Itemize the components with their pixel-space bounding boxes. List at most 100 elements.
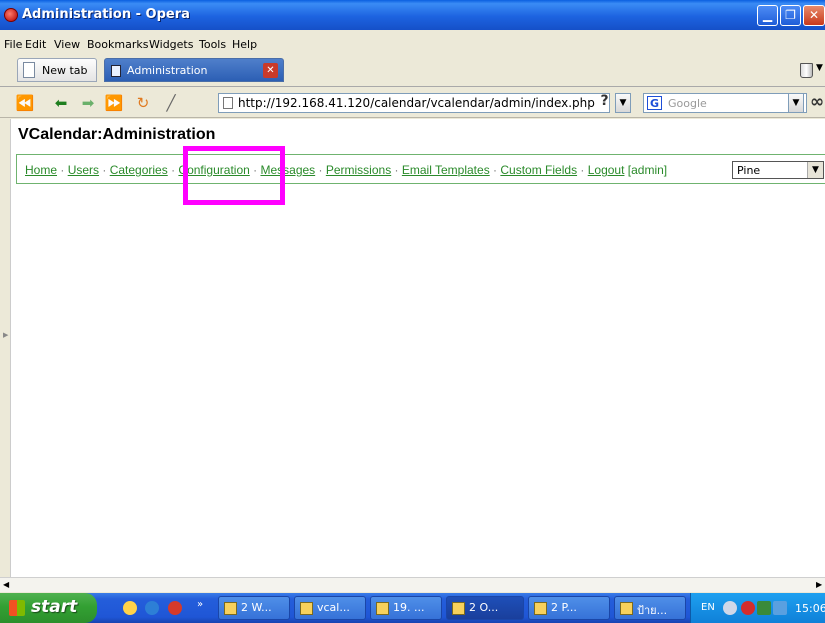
taskbar-button-label: vcal...	[317, 601, 350, 614]
taskbar-button-label: 2 W...	[241, 601, 272, 614]
menu-tools[interactable]: Tools	[199, 38, 226, 51]
new-page-icon	[23, 62, 35, 78]
tab-bar: New tab Administration ✕ ▼	[0, 55, 825, 87]
chevron-down-icon[interactable]: ▼	[807, 162, 823, 178]
style-select[interactable]: Pine ▼	[732, 161, 824, 179]
taskbar-button[interactable]: 2 P...	[528, 596, 610, 620]
paint-icon	[376, 602, 389, 615]
chevron-right-icon[interactable]: »	[197, 599, 203, 610]
opera-window: Administration - Opera ▁ ❐ ✕ File Edit V…	[0, 0, 825, 623]
quicklaunch-icon[interactable]	[123, 601, 137, 615]
search-box[interactable]: G Google	[643, 93, 807, 113]
page-icon	[111, 65, 121, 77]
address-text[interactable]: http://192.168.41.120/calendar/vcalendar…	[238, 96, 595, 110]
program-icon	[620, 602, 633, 615]
search-dropdown-button[interactable]: ▼	[788, 93, 804, 113]
menu-widgets[interactable]: Widgets	[149, 38, 193, 51]
reload-icon[interactable]: ↻	[133, 93, 153, 113]
menu-separator: ·	[391, 163, 402, 177]
internet-explorer-icon[interactable]	[145, 601, 159, 615]
horizontal-scrollbar[interactable]: ◀ ▶	[0, 577, 825, 592]
tray-icon[interactable]	[741, 601, 755, 615]
google-icon[interactable]: G	[647, 96, 662, 110]
clock[interactable]: 15:06	[795, 602, 825, 615]
site-info-icon[interactable]: ?	[596, 93, 613, 113]
menu-bookmarks[interactable]: Bookmarks	[87, 38, 148, 51]
trash-icon[interactable]	[800, 63, 813, 78]
logged-in-user: [admin]	[627, 163, 668, 177]
admin-menu-links: Home · Users · Categories · Configuratio…	[25, 163, 667, 177]
new-tab-button[interactable]: New tab	[17, 58, 97, 82]
menu-link-email-templates[interactable]: Email Templates	[402, 163, 490, 177]
menu-edit[interactable]: Edit	[25, 38, 46, 51]
taskbar-button-active[interactable]: 2 O...	[446, 596, 524, 620]
menu-separator: ·	[57, 163, 68, 177]
taskbar-button[interactable]: 2 W...	[218, 596, 290, 620]
edit-site-icon[interactable]: ╱	[161, 93, 181, 113]
scroll-right-icon[interactable]: ▶	[816, 580, 822, 589]
menu-link-users[interactable]: Users	[68, 163, 99, 177]
menu-link-categories[interactable]: Categories	[110, 163, 168, 177]
menu-link-logout[interactable]: Logout	[588, 163, 625, 177]
taskbar-button-label: 19. ...	[393, 601, 425, 614]
address-bar[interactable]: http://192.168.41.120/calendar/vcalendar…	[218, 93, 610, 113]
start-button[interactable]: start	[0, 593, 97, 623]
menu-separator: ·	[315, 163, 326, 177]
window-title: Administration - Opera	[22, 7, 190, 22]
menu-separator: ·	[167, 163, 179, 177]
close-tab-icon[interactable]: ✕	[263, 63, 278, 78]
menu-help[interactable]: Help	[232, 38, 257, 51]
zoom-glasses-icon[interactable]: ∞	[810, 92, 824, 112]
tab-label: Administration	[127, 64, 208, 77]
new-tab-label: New tab	[42, 64, 88, 77]
menu-separator: ·	[577, 163, 588, 177]
taskbar-button-label: 2 P...	[551, 601, 577, 614]
address-dropdown-button[interactable]: ▼	[615, 93, 631, 113]
back-icon[interactable]: ⬅	[51, 93, 71, 113]
folder-icon	[224, 602, 237, 615]
taskbar-button[interactable]: 19. ...	[370, 596, 442, 620]
chevron-down-icon[interactable]: ▼	[816, 63, 823, 73]
menu-separator: ·	[489, 163, 501, 177]
title-bar: Administration - Opera ▁ ❐ ✕	[0, 0, 825, 30]
menu-link-custom-fields[interactable]: Custom Fields	[500, 163, 577, 177]
fast-forward-icon[interactable]: ⏩	[104, 93, 124, 113]
network-icon[interactable]	[773, 601, 787, 615]
menu-bar: File Edit View Bookmarks Widgets Tools H…	[0, 36, 825, 53]
style-select-value: Pine	[737, 164, 761, 177]
page-icon	[223, 97, 233, 109]
page-viewport: VCalendar:Administration Home · Users · …	[11, 119, 825, 577]
taskbar-button-label: 2 O...	[469, 601, 499, 614]
highlight-box	[183, 146, 285, 205]
panel-gutter[interactable]: ▶	[0, 119, 11, 577]
taskbar: start » 2 W... vcal... 19. ... 2 O... 2 …	[0, 593, 825, 623]
opera-icon	[452, 602, 465, 615]
restore-button[interactable]: ❐	[780, 5, 801, 26]
search-placeholder: Google	[668, 97, 707, 110]
program-icon	[534, 602, 547, 615]
menu-link-home[interactable]: Home	[25, 163, 57, 177]
menu-link-permissions[interactable]: Permissions	[326, 163, 391, 177]
rewind-icon[interactable]: ⏪	[15, 93, 35, 113]
panel-toggle-icon[interactable]: ▶	[3, 331, 8, 339]
minimize-button[interactable]: ▁	[757, 5, 778, 26]
taskbar-button[interactable]: ป้าย...	[614, 596, 686, 620]
windows-logo-icon	[9, 600, 25, 616]
opera-icon[interactable]	[168, 601, 182, 615]
scroll-left-icon[interactable]: ◀	[3, 580, 9, 589]
tray-icon[interactable]	[723, 601, 737, 615]
close-button[interactable]: ✕	[803, 5, 825, 26]
admin-menu: Home · Users · Categories · Configuratio…	[16, 154, 825, 184]
page-title: VCalendar:Administration	[18, 126, 216, 143]
taskbar-button[interactable]: vcal...	[294, 596, 366, 620]
menu-separator: ·	[99, 163, 110, 177]
tray-icon[interactable]	[757, 601, 771, 615]
menu-file[interactable]: File	[4, 38, 22, 51]
start-label: start	[31, 597, 78, 617]
forward-icon[interactable]: ➡	[78, 93, 98, 113]
tab-administration[interactable]: Administration ✕	[104, 58, 284, 82]
language-indicator[interactable]: EN	[701, 602, 715, 613]
menu-view[interactable]: View	[54, 38, 80, 51]
taskbar-button-label: ป้าย...	[637, 604, 668, 617]
opera-icon	[4, 8, 18, 22]
